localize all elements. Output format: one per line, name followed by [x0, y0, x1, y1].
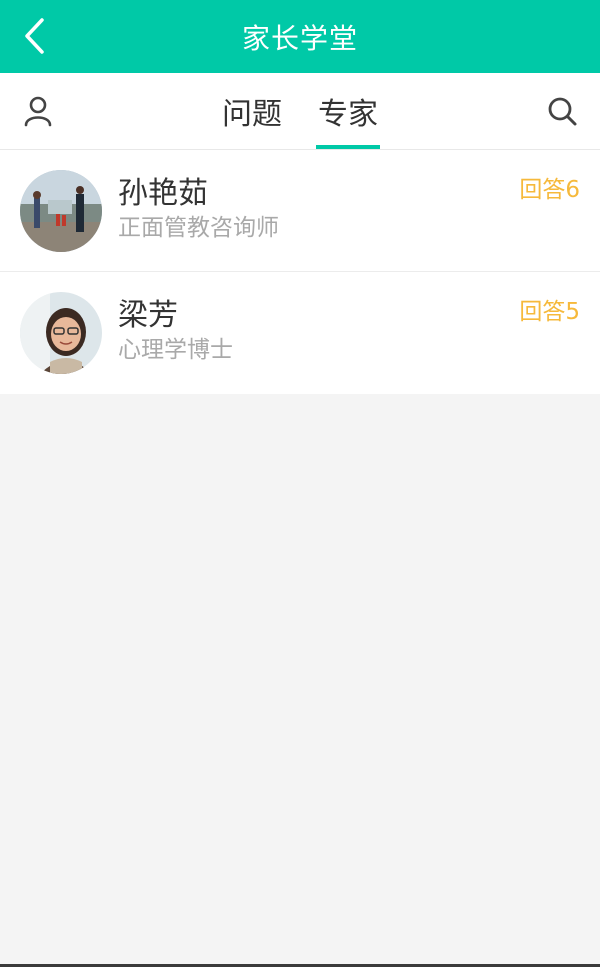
avatar [20, 170, 102, 252]
app-header: 家长学堂 [0, 0, 600, 73]
tab-bar: 问题 专家 [0, 73, 600, 150]
list-item[interactable]: 孙艳茹 正面管教咨询师 回答6 [0, 150, 600, 272]
avatar [20, 292, 102, 374]
expert-name: 孙艳茹 [118, 176, 208, 211]
active-tab-indicator [316, 145, 380, 149]
user-icon [24, 96, 52, 127]
expert-name: 梁芳 [118, 298, 178, 333]
tab-experts[interactable]: 专家 [308, 73, 388, 149]
chevron-left-icon [25, 18, 44, 54]
expert-title: 正面管教咨询师 [118, 215, 279, 241]
tab-questions[interactable]: 问题 [212, 73, 292, 149]
expert-list: 孙艳茹 正面管教咨询师 回答6 梁芳 心理学博士 回答5 [0, 150, 600, 394]
expert-title: 心理学博士 [118, 337, 233, 363]
profile-button[interactable] [20, 93, 56, 129]
answer-count: 回答6 [519, 177, 580, 203]
answer-count: 回答5 [519, 299, 580, 325]
search-icon [548, 97, 577, 126]
list-item[interactable]: 梁芳 心理学博士 回答5 [0, 272, 600, 394]
page-title: 家长学堂 [241, 21, 358, 55]
back-button[interactable] [14, 16, 54, 56]
search-button[interactable] [544, 93, 580, 129]
